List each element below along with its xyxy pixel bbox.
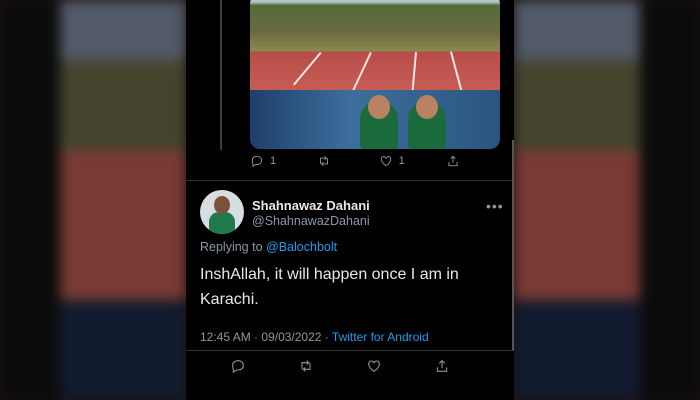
scrollbar[interactable] (512, 140, 514, 350)
tweet-meta: 12:45 AM · 09/03/2022 · Twitter for Andr… (200, 330, 429, 344)
tweet-source[interactable]: Twitter for Android (332, 330, 429, 344)
parent-tweet-actions: 1 1 (250, 154, 460, 168)
meta-separator: · (254, 330, 259, 344)
avatar[interactable] (200, 190, 244, 234)
reply-icon (232, 360, 244, 373)
replying-to-handle[interactable]: @Balochbolt (266, 240, 337, 254)
like-icon (380, 156, 391, 167)
more-horizontal-icon[interactable]: ••• (486, 198, 504, 214)
display-name[interactable]: Shahnawaz Dahani (252, 198, 370, 213)
meta-separator-2: · (324, 330, 329, 344)
tweet-media-image[interactable] (250, 0, 500, 149)
tweet-text: InshAllah, it will happen once I am in K… (200, 266, 459, 308)
tweet-time[interactable]: 12:45 AM (200, 330, 251, 344)
replying-to-prefix: Replying to (200, 240, 263, 254)
share-button-main[interactable] (434, 358, 450, 374)
user-handle[interactable]: @ShahnawazDahani (252, 214, 370, 228)
replying-to: Replying to @Balochbolt (200, 240, 337, 254)
reply-button-main[interactable] (230, 358, 246, 374)
retweet-icon (320, 156, 329, 166)
share-icon (436, 359, 448, 372)
share-icon (448, 155, 458, 167)
like-button-main[interactable] (366, 358, 382, 374)
thread-connector-line (220, 0, 222, 150)
running-track-image (250, 0, 500, 95)
retweet-button[interactable] (317, 154, 337, 168)
divider-2 (186, 350, 514, 351)
players-image (250, 90, 500, 149)
retweet-icon (301, 360, 311, 372)
retweet-button-main[interactable] (298, 358, 314, 374)
share-button[interactable] (446, 154, 460, 168)
like-button[interactable]: 1 (379, 154, 405, 168)
like-icon (368, 360, 380, 372)
reply-icon (251, 155, 263, 168)
like-count: 1 (398, 155, 405, 167)
phone-screen: 1 1 Shahnawaz Dahani @ShahnawazDahani ••… (186, 0, 514, 400)
tweet-actions (230, 358, 450, 374)
tweet-date[interactable]: 09/03/2022 (261, 330, 321, 344)
divider (186, 180, 514, 181)
reply-count: 1 (270, 155, 277, 167)
reply-button[interactable]: 1 (250, 154, 276, 168)
